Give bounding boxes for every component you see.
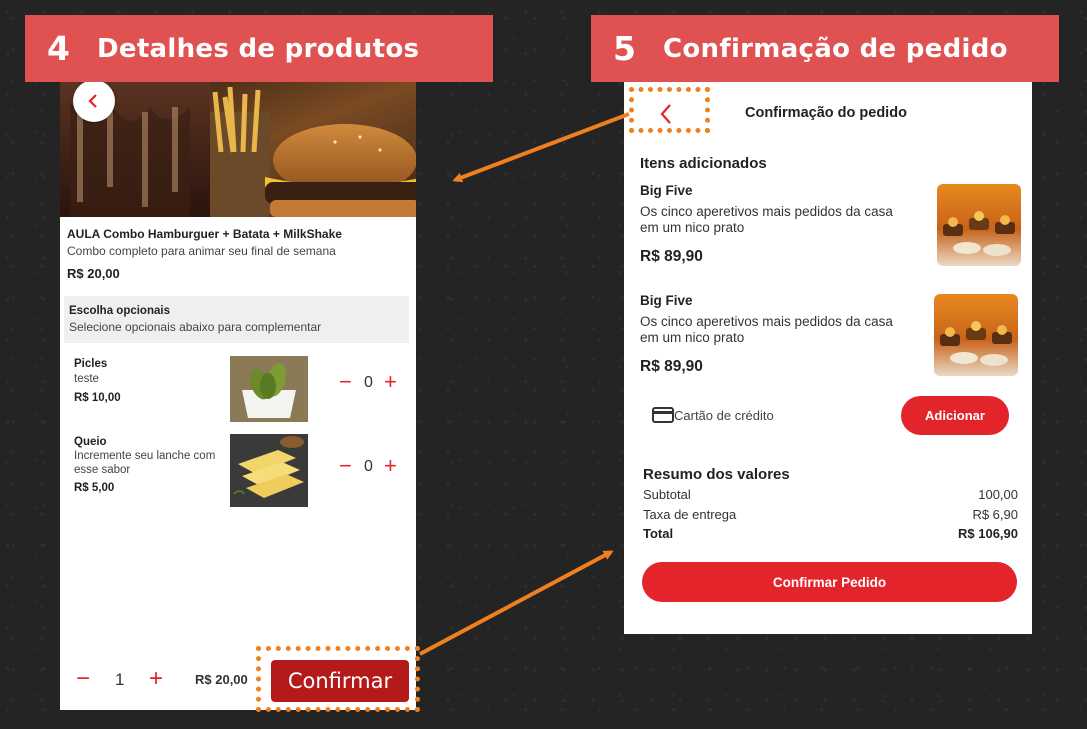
arrow-confirm-to-order [419,550,614,656]
flow-arrows [419,112,630,656]
arrow-back-to-product [452,112,630,183]
